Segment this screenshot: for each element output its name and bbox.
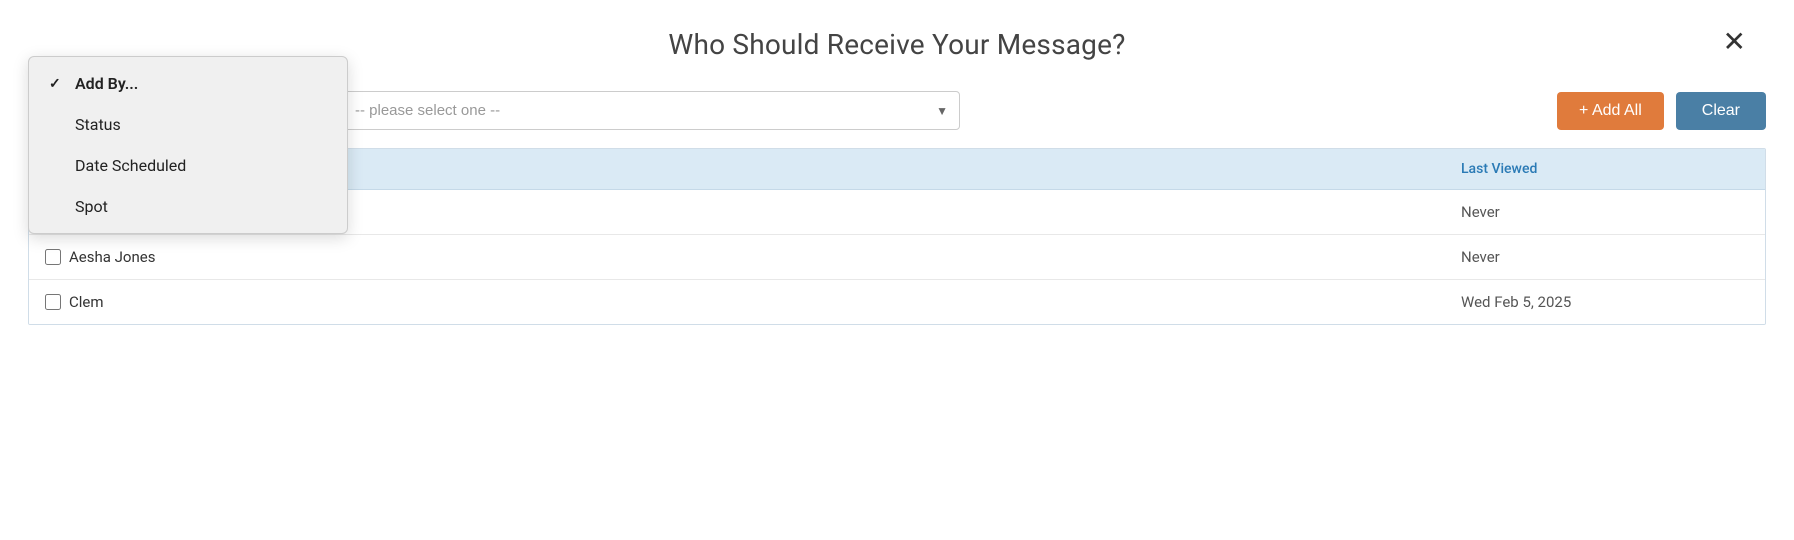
modal-container: Who Should Receive Your Message? ✕ Add B… <box>0 0 1794 540</box>
last-viewed-column-header: Last Viewed <box>1445 149 1765 189</box>
dropdown-menu-item-add-by[interactable]: ✓ Add By... <box>29 63 347 104</box>
last-viewed-cell: Wed Feb 5, 2025 <box>1445 280 1765 324</box>
name-cell: Aesha Jones <box>29 235 1445 279</box>
close-button[interactable]: ✕ <box>1715 24 1754 60</box>
second-select[interactable]: -- please select one -- <box>340 91 960 130</box>
modal-title: Who Should Receive Your Message? <box>668 28 1125 61</box>
dropdown-menu-item-status[interactable]: Status <box>29 104 347 145</box>
row-checkbox-aesha[interactable] <box>45 249 61 265</box>
checkmark-icon: ✓ <box>49 76 67 92</box>
dropdown-menu-item-date-scheduled[interactable]: Date Scheduled <box>29 145 347 186</box>
clear-button[interactable]: Clear <box>1676 92 1766 130</box>
row-name: Clem <box>69 293 104 311</box>
row-checkbox-clem[interactable] <box>45 294 61 310</box>
add-all-button[interactable]: + Add All <box>1557 92 1664 130</box>
dropdown-menu-item-spot[interactable]: Spot <box>29 186 347 227</box>
name-cell: Clem <box>29 280 1445 324</box>
second-dropdown-wrapper: -- please select one -- ▼ <box>340 91 960 130</box>
table-row: Aesha Jones Never <box>29 235 1765 280</box>
add-by-dropdown-menu: ✓ Add By... Status Date Scheduled Spot <box>28 56 348 234</box>
last-viewed-cell: Never <box>1445 235 1765 279</box>
row-name: Aesha Jones <box>69 248 155 266</box>
table-row: Clem Wed Feb 5, 2025 <box>29 280 1765 324</box>
last-viewed-cell: Never <box>1445 190 1765 234</box>
